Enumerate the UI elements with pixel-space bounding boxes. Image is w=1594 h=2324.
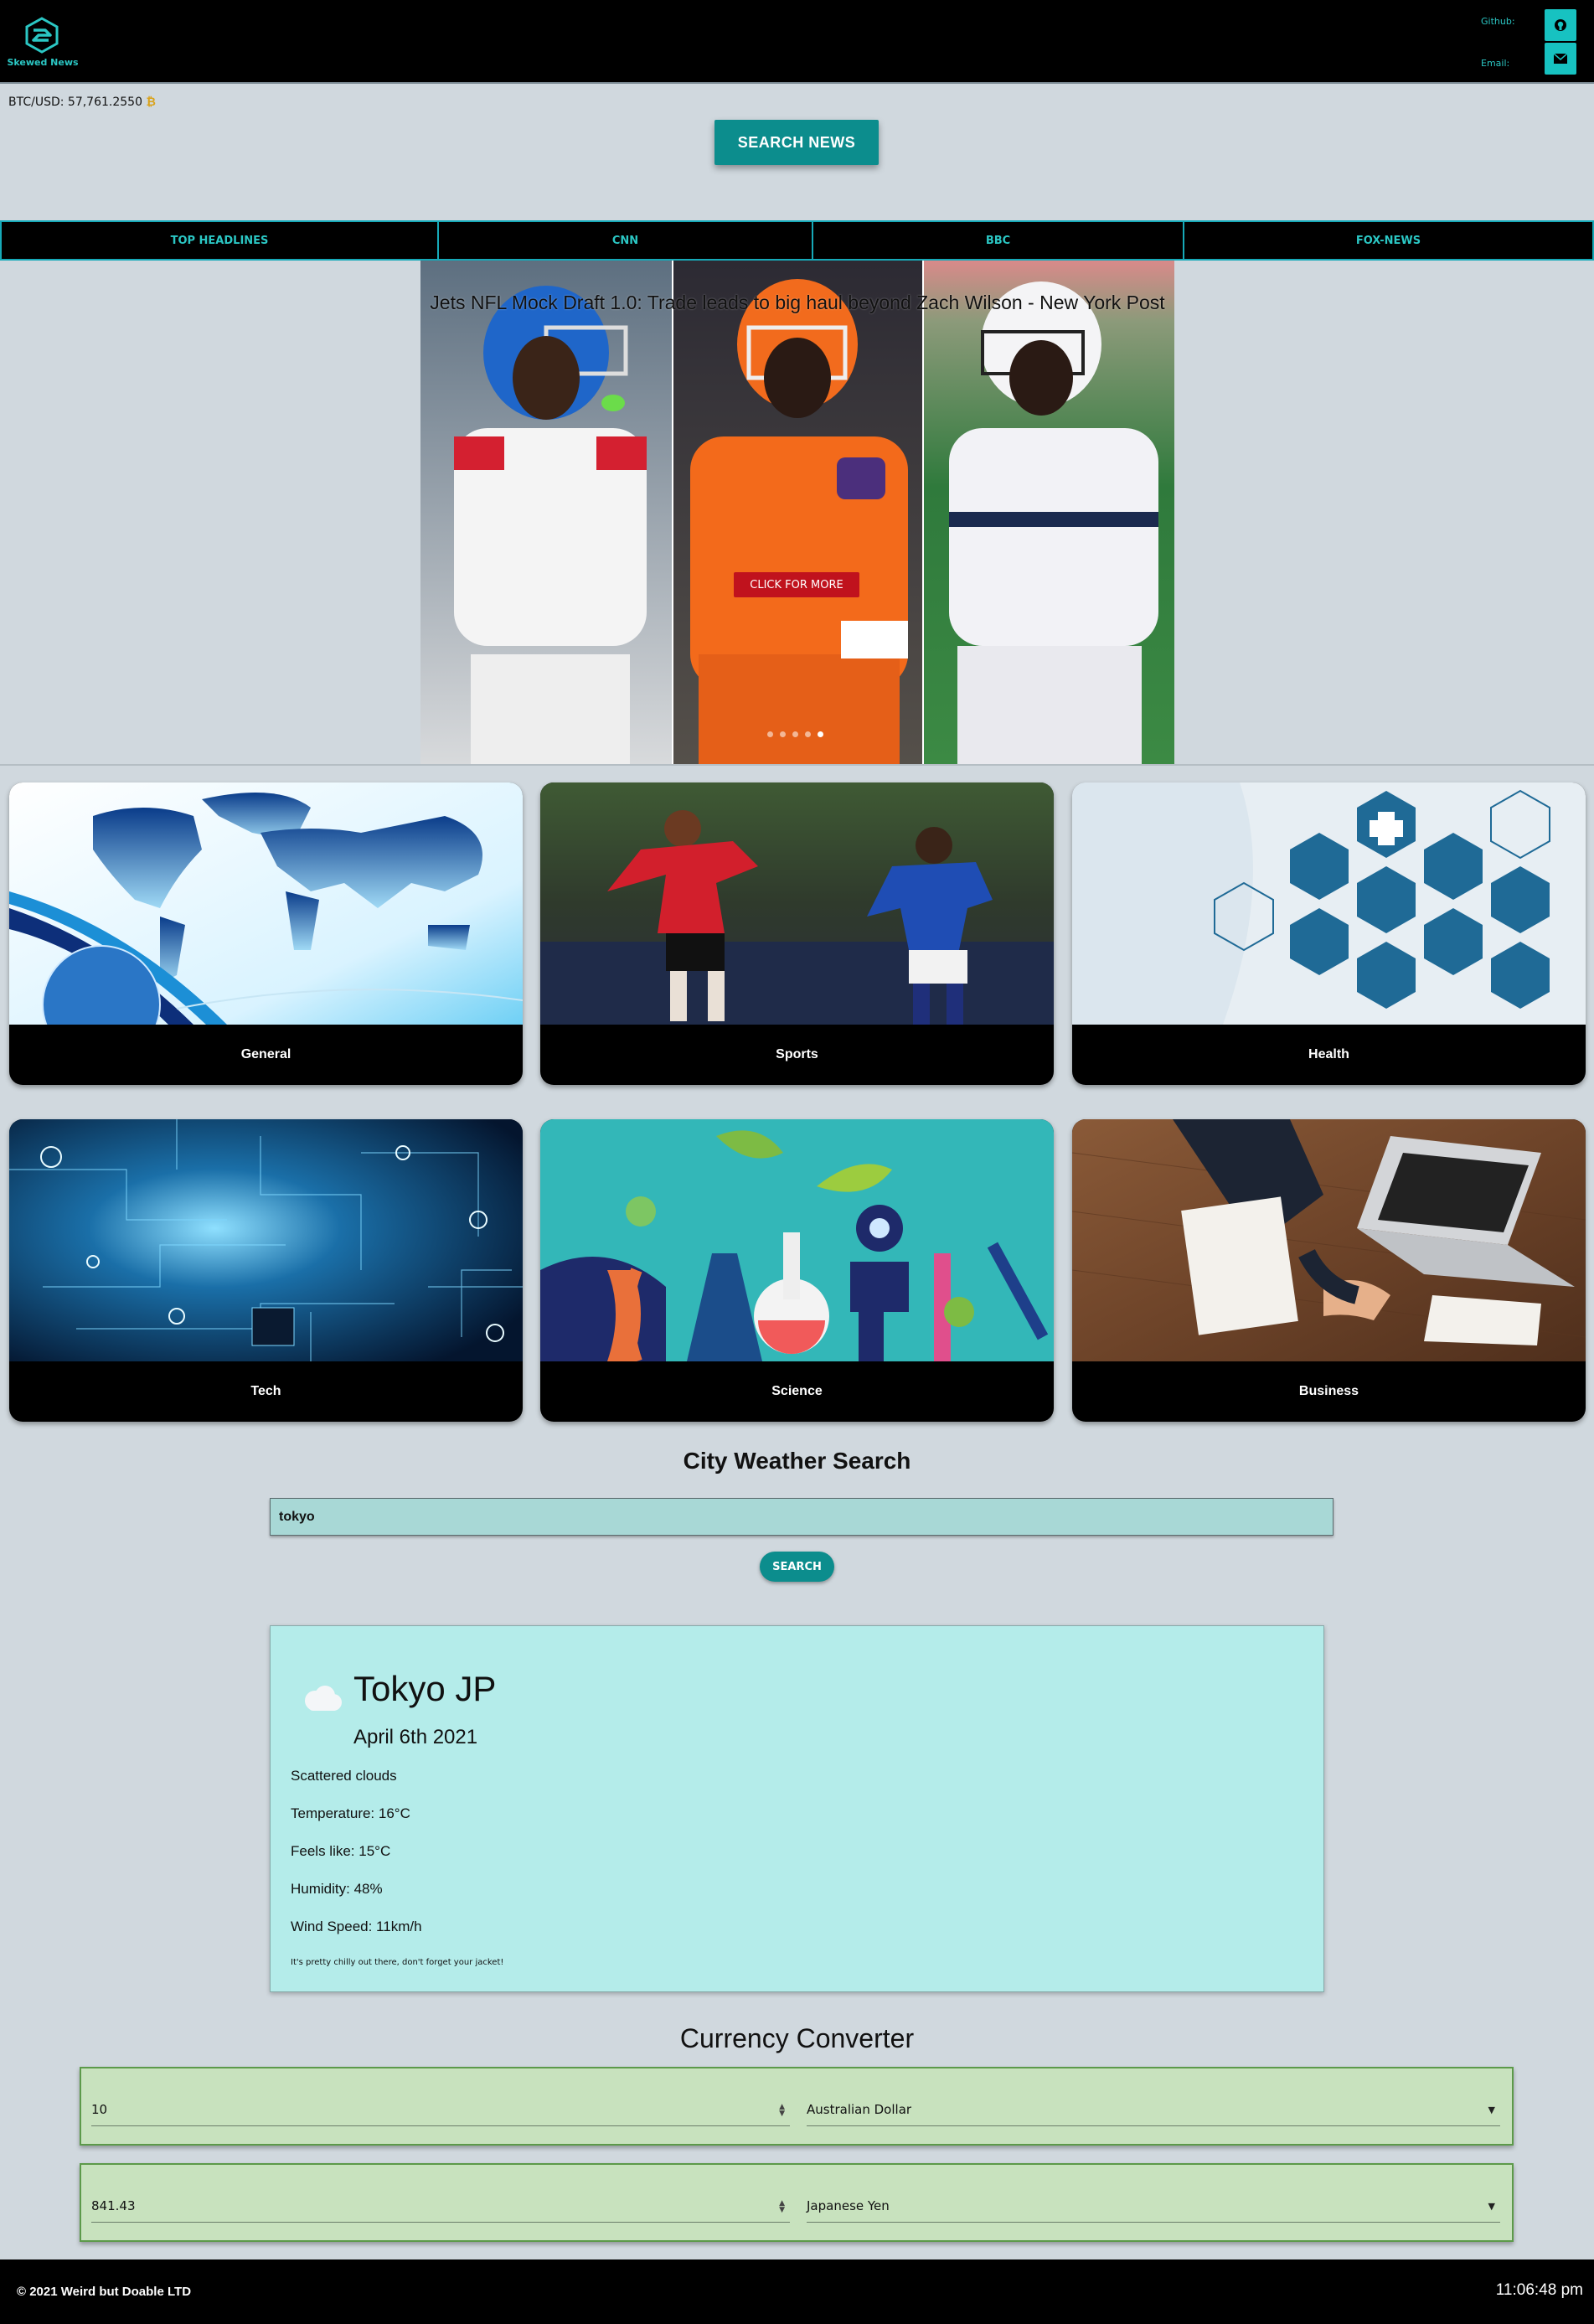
category-label: Health <box>1308 1047 1349 1061</box>
logo-icon[interactable] <box>23 17 60 54</box>
category-card-tech[interactable]: Tech <box>9 1119 523 1422</box>
weather-search-button[interactable]: SEARCH <box>760 1552 834 1582</box>
category-label: Sports <box>776 1047 818 1061</box>
envelope-icon <box>1554 54 1567 64</box>
click-for-more-button[interactable]: CLICK FOR MORE <box>734 572 859 597</box>
category-label: Tech <box>250 1384 281 1398</box>
category-card-health[interactable]: Health <box>1072 782 1586 1085</box>
carousel-headline[interactable]: Jets NFL Mock Draft 1.0: Trade leads to … <box>420 292 1174 314</box>
weather-date: April 6th 2021 <box>353 1726 478 1748</box>
to-amount-value: 841.43 <box>91 2198 136 2213</box>
category-card-science[interactable]: Science <box>540 1119 1054 1422</box>
circuit-board-image <box>9 1119 523 1361</box>
chevron-down-icon: ▼ <box>1488 2201 1495 2212</box>
from-currency-value: Australian Dollar <box>807 2102 912 2117</box>
category-label: Business <box>1298 1384 1359 1398</box>
cloud-icon <box>300 1684 343 1716</box>
category-label: General <box>240 1047 291 1061</box>
category-label: Science <box>771 1384 823 1398</box>
tab-cnn[interactable]: CNN <box>437 220 813 261</box>
number-spinner-icon[interactable]: ▲ ▼ <box>779 2104 785 2118</box>
news-carousel[interactable] <box>420 261 1174 764</box>
carousel-dot[interactable] <box>805 731 811 737</box>
weather-city: Tokyo JP <box>353 1669 497 1708</box>
carousel-divider <box>0 764 1594 766</box>
logo-text: Skewed News <box>7 57 79 68</box>
from-amount-input[interactable]: 10 ▲ ▼ <box>91 2094 790 2126</box>
to-amount-input[interactable]: 841.43 ▲ ▼ <box>91 2190 790 2223</box>
carousel-panel-divider <box>672 261 673 764</box>
from-amount-value: 10 <box>91 2102 108 2117</box>
soccer-players-image <box>540 782 1054 1025</box>
carousel-dot-active[interactable] <box>818 731 823 737</box>
carousel-photo-player-1 <box>420 261 672 764</box>
tab-fox-news[interactable]: FOX-NEWS <box>1183 220 1594 261</box>
weather-title: City Weather Search <box>683 1448 911 1474</box>
weather-temperature: Temperature: 16°C <box>291 1805 410 1821</box>
carousel-photo-player-2 <box>673 261 922 764</box>
category-card-general[interactable]: General <box>9 782 523 1085</box>
from-currency-select[interactable]: Australian Dollar ▼ <box>807 2094 1500 2126</box>
carousel-photo-player-3 <box>924 261 1174 764</box>
tab-top-headlines[interactable]: TOP HEADLINES <box>0 220 439 261</box>
category-card-business[interactable]: Business <box>1072 1119 1586 1422</box>
currency-from-row: 10 ▲ ▼ Australian Dollar ▼ <box>80 2067 1514 2146</box>
business-handshake-image <box>1072 1119 1586 1361</box>
github-button[interactable] <box>1545 9 1576 41</box>
email-label: Email: <box>1481 58 1510 69</box>
carousel-dot[interactable] <box>792 731 798 737</box>
carousel-panel-divider <box>922 261 924 764</box>
site-header <box>0 0 1594 84</box>
github-label: Github: <box>1481 16 1515 27</box>
carousel-indicators <box>767 731 823 737</box>
footer-clock: 11:06:48 pm <box>1495 2281 1583 2299</box>
weather-wind: Wind Speed: 11km/h <box>291 1919 422 1934</box>
weather-description: Scattered clouds <box>291 1768 397 1784</box>
weather-advice: It's pretty chilly out there, don't forg… <box>291 1958 504 1967</box>
btc-price: BTC/USD: 57,761.2550 <box>8 96 142 109</box>
category-card-sports[interactable]: Sports <box>540 782 1054 1085</box>
copyright-text: © 2021 Weird but Doable LTD <box>17 2285 192 2299</box>
chevron-down-icon: ▼ <box>1488 2105 1495 2115</box>
bitcoin-icon: ₿ <box>146 96 156 109</box>
science-illustration-image <box>540 1119 1054 1361</box>
number-spinner-icon[interactable]: ▲ ▼ <box>779 2200 785 2214</box>
to-currency-select[interactable]: Japanese Yen ▼ <box>807 2190 1500 2223</box>
weather-humidity: Humidity: 48% <box>291 1881 383 1897</box>
tab-bbc[interactable]: BBC <box>812 220 1184 261</box>
search-news-button[interactable]: SEARCH NEWS <box>714 120 879 165</box>
email-button[interactable] <box>1545 43 1576 75</box>
world-map-image <box>9 782 523 1025</box>
medical-icons-image <box>1072 782 1586 1025</box>
city-search-input[interactable]: tokyo <box>270 1498 1333 1536</box>
site-footer <box>0 2259 1594 2324</box>
currency-title: Currency Converter <box>679 2023 915 2053</box>
weather-feels-like: Feels like: 15°C <box>291 1843 391 1859</box>
github-icon <box>1555 19 1566 31</box>
currency-to-row: 841.43 ▲ ▼ Japanese Yen ▼ <box>80 2163 1514 2242</box>
carousel-dot[interactable] <box>780 731 786 737</box>
carousel-dot[interactable] <box>767 731 773 737</box>
btc-ticker: BTC/USD: 57,761.2550 ₿ <box>8 95 156 109</box>
to-currency-value: Japanese Yen <box>807 2198 890 2213</box>
